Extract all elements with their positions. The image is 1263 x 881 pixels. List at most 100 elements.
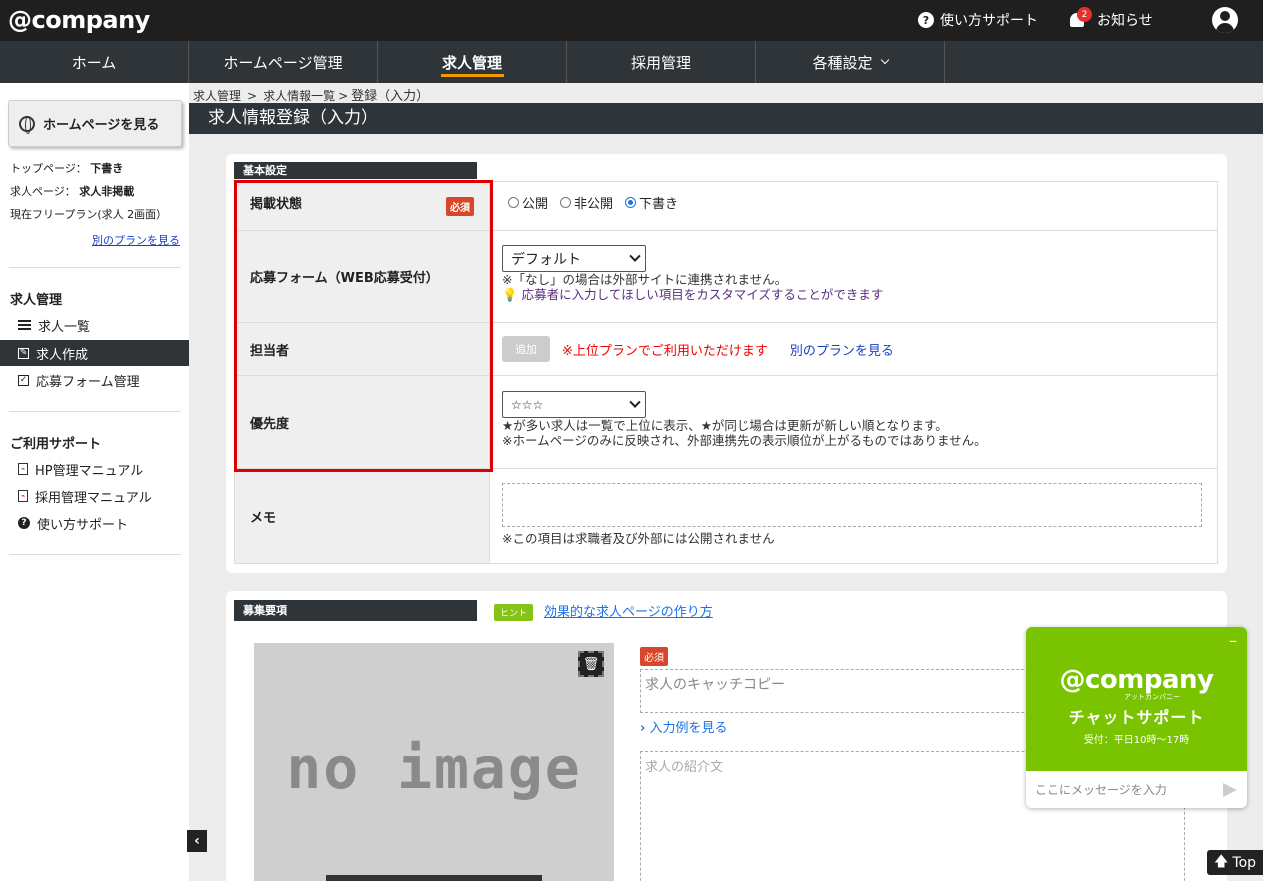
sidebar-item-recruitment-manual[interactable]: ⌁ 採用管理マニュアル — [0, 483, 189, 509]
pdf-icon: ⌁ — [18, 463, 28, 475]
nav-job-management[interactable]: 求人管理 — [378, 41, 567, 83]
other-plan-link[interactable]: 別のプランを見る — [790, 340, 894, 359]
trash-icon[interactable]: 🗑 — [578, 651, 604, 677]
help-icon: ? — [18, 517, 30, 529]
view-homepage-button[interactable]: ホームページを見る — [8, 100, 182, 147]
help-link[interactable]: ? 使い方サポート — [918, 10, 1038, 30]
chat-hours: 受付：平日10時〜17時 — [1083, 735, 1190, 746]
status-draft-radio[interactable]: 下書き — [625, 193, 678, 212]
chat-header[interactable]: – @company アットカンパニー チャットサポート 受付：平日10時〜17… — [1026, 627, 1247, 771]
breadcrumb-current: 登録（入力） — [351, 89, 430, 104]
job-section-heading: 求人管理 — [10, 293, 63, 308]
recruitment-title: 募集要項 — [234, 600, 477, 621]
application-form-value: デフォルト ※「なし」の場合は外部サイトに連携されません。 💡 応募者に入力して… — [490, 231, 1217, 322]
job-image-placeholder[interactable]: no image — [254, 643, 614, 881]
chat-title: チャットサポート — [1068, 708, 1205, 727]
collapse-sidebar-button[interactable]: ‹ — [187, 830, 207, 852]
chevron-right-icon: › — [640, 721, 646, 736]
page-title: 求人情報登録（入力） — [189, 103, 1263, 134]
image-resize-handle[interactable] — [326, 875, 542, 881]
back-to-top-button[interactable]: 🡅 Top — [1207, 850, 1263, 875]
pdf-icon: ⌁ — [18, 490, 28, 502]
divider — [9, 267, 181, 268]
checkbox-icon: ✓ — [18, 374, 29, 386]
hint-badge: ヒント — [494, 604, 534, 621]
basic-settings-title: 基本設定 — [234, 162, 477, 179]
priority-label: 優先度 — [235, 376, 490, 468]
send-icon[interactable] — [1223, 782, 1237, 797]
current-plan: 現在フリープラン(求人 2画面） — [10, 208, 168, 221]
application-form-label: 応募フォーム（WEB応募受付） — [235, 231, 490, 322]
nav-settings[interactable]: 各種設定 — [756, 41, 945, 83]
status-value: 公開 非公開 下書き — [490, 182, 1217, 230]
application-form-select[interactable]: デフォルト — [502, 245, 646, 272]
memo-row: メモ ※この項目は求職者及び外部には公開されません — [235, 469, 1217, 563]
chat-widget: – @company アットカンパニー チャットサポート 受付：平日10時〜17… — [1026, 627, 1247, 808]
required-badge: 必須 — [446, 197, 474, 216]
basic-settings-form: 掲載状態 必須 公開 非公開 下書き 応募フォーム（WEB応募受付） デフォルト… — [234, 181, 1218, 564]
memo-value: ※この項目は求職者及び外部には公開されません — [490, 469, 1217, 563]
sidebar-item-usage-support[interactable]: ? 使い方サポート — [0, 510, 189, 536]
help-label: 使い方サポート — [940, 13, 1038, 29]
priority-value: ☆☆☆ ★が多い求人は一覧で上位に表示、★が同じ場合は更新が新しい順となります。… — [490, 376, 1217, 468]
arrow-up-icon: 🡅 — [1213, 853, 1229, 870]
notification-label: お知らせ — [1097, 13, 1153, 29]
customize-form-link[interactable]: 💡 応募者に入力してほしい項目をカスタマイズすることができます — [502, 287, 1217, 302]
sidebar-item-application-form[interactable]: ✓ 応募フォーム管理 — [0, 367, 189, 393]
minimize-icon[interactable]: – — [1229, 631, 1237, 650]
globe-icon — [19, 115, 35, 134]
divider — [9, 554, 181, 555]
notification-link[interactable]: 2 お知らせ — [1069, 7, 1153, 30]
chat-message-input[interactable]: ここにメッセージを入力 — [1026, 771, 1247, 808]
top-bar: @company ? 使い方サポート 2 お知らせ — [0, 0, 1263, 41]
status-label: 掲載状態 必須 — [235, 182, 490, 230]
breadcrumb-job-list[interactable]: 求人情報一覧 — [263, 89, 335, 103]
top-page-status: トップページ： 下書き — [10, 162, 124, 175]
chevron-down-icon — [629, 250, 641, 262]
effective-job-page-link[interactable]: 効果的な求人ページの作り方 — [544, 601, 713, 620]
nav-homepage-management[interactable]: ホームページ管理 — [189, 41, 378, 83]
chat-logo: @company — [1059, 665, 1214, 695]
assignee-label: 担当者 — [235, 323, 490, 375]
main-nav: ホーム ホームページ管理 求人管理 採用管理 各種設定 — [0, 41, 1263, 83]
chat-logo-kana: アットカンパニー — [1124, 693, 1180, 701]
notification-badge: 2 — [1077, 7, 1092, 22]
status-radio-group: 公開 非公開 下書き — [502, 178, 1217, 226]
sidebar-item-job-list[interactable]: 求人一覧 — [0, 312, 189, 338]
view-homepage-label: ホームページを見る — [43, 118, 160, 133]
application-form-row: 応募フォーム（WEB応募受付） デフォルト ※「なし」の場合は外部サイトに連携さ… — [235, 231, 1217, 323]
priority-select[interactable]: ☆☆☆ — [502, 391, 646, 418]
nav-recruitment-management[interactable]: 採用管理 — [567, 41, 756, 83]
breadcrumb-job-management[interactable]: 求人管理 — [193, 89, 241, 103]
status-row: 掲載状態 必須 公開 非公開 下書き — [235, 182, 1217, 231]
user-avatar-icon[interactable] — [1212, 7, 1238, 33]
upgrade-note: ※上位プランでご利用いただけます — [562, 343, 768, 359]
breadcrumb: 求人管理 > 求人情報一覧 > 登録（入力） — [193, 89, 430, 104]
help-icon: ? — [918, 12, 934, 28]
status-private-radio[interactable]: 非公開 — [560, 193, 613, 212]
bell-icon: 2 — [1069, 7, 1092, 28]
required-badge: 必須 — [640, 647, 668, 666]
assignee-value: 追加 ※上位プランでご利用いただけます 別のプランを見る — [490, 323, 1217, 375]
nav-settings-label: 各種設定 — [812, 53, 873, 72]
sidebar-item-create-job[interactable]: ✎ 求人作成 — [0, 340, 189, 366]
company-logo[interactable]: @company — [8, 6, 150, 34]
sidebar: ホームページを見る トップページ： 下書き 求人ページ： 求人非掲載 現在フリー… — [0, 83, 189, 881]
status-public-radio[interactable]: 公開 — [508, 193, 548, 212]
chevron-down-icon — [880, 55, 889, 65]
edit-icon: ✎ — [18, 347, 29, 359]
support-section-heading: ご利用サポート — [10, 437, 102, 452]
sidebar-item-hp-manual[interactable]: ⌁ HP管理マニュアル — [0, 456, 189, 482]
assignee-row: 担当者 追加 ※上位プランでご利用いただけます 別のプランを見る — [235, 323, 1217, 376]
memo-textarea[interactable] — [502, 483, 1202, 527]
divider — [9, 411, 181, 412]
input-example-link[interactable]: › 入力例を見る — [640, 717, 728, 736]
memo-note: ※この項目は求職者及び外部には公開されません — [502, 531, 775, 546]
add-assignee-button[interactable]: 追加 — [502, 336, 550, 362]
priority-row: 優先度 ☆☆☆ ★が多い求人は一覧で上位に表示、★が同じ場合は更新が新しい順とな… — [235, 376, 1217, 469]
lightbulb-icon: 💡 — [502, 287, 518, 302]
other-plan-link[interactable]: 別のプランを見る — [92, 232, 180, 248]
nav-home[interactable]: ホーム — [0, 41, 189, 83]
basic-settings-card: 基本設定 掲載状態 必須 公開 非公開 下書き 応募フォーム（WEB応募受付） … — [226, 154, 1227, 573]
list-icon — [18, 320, 31, 330]
